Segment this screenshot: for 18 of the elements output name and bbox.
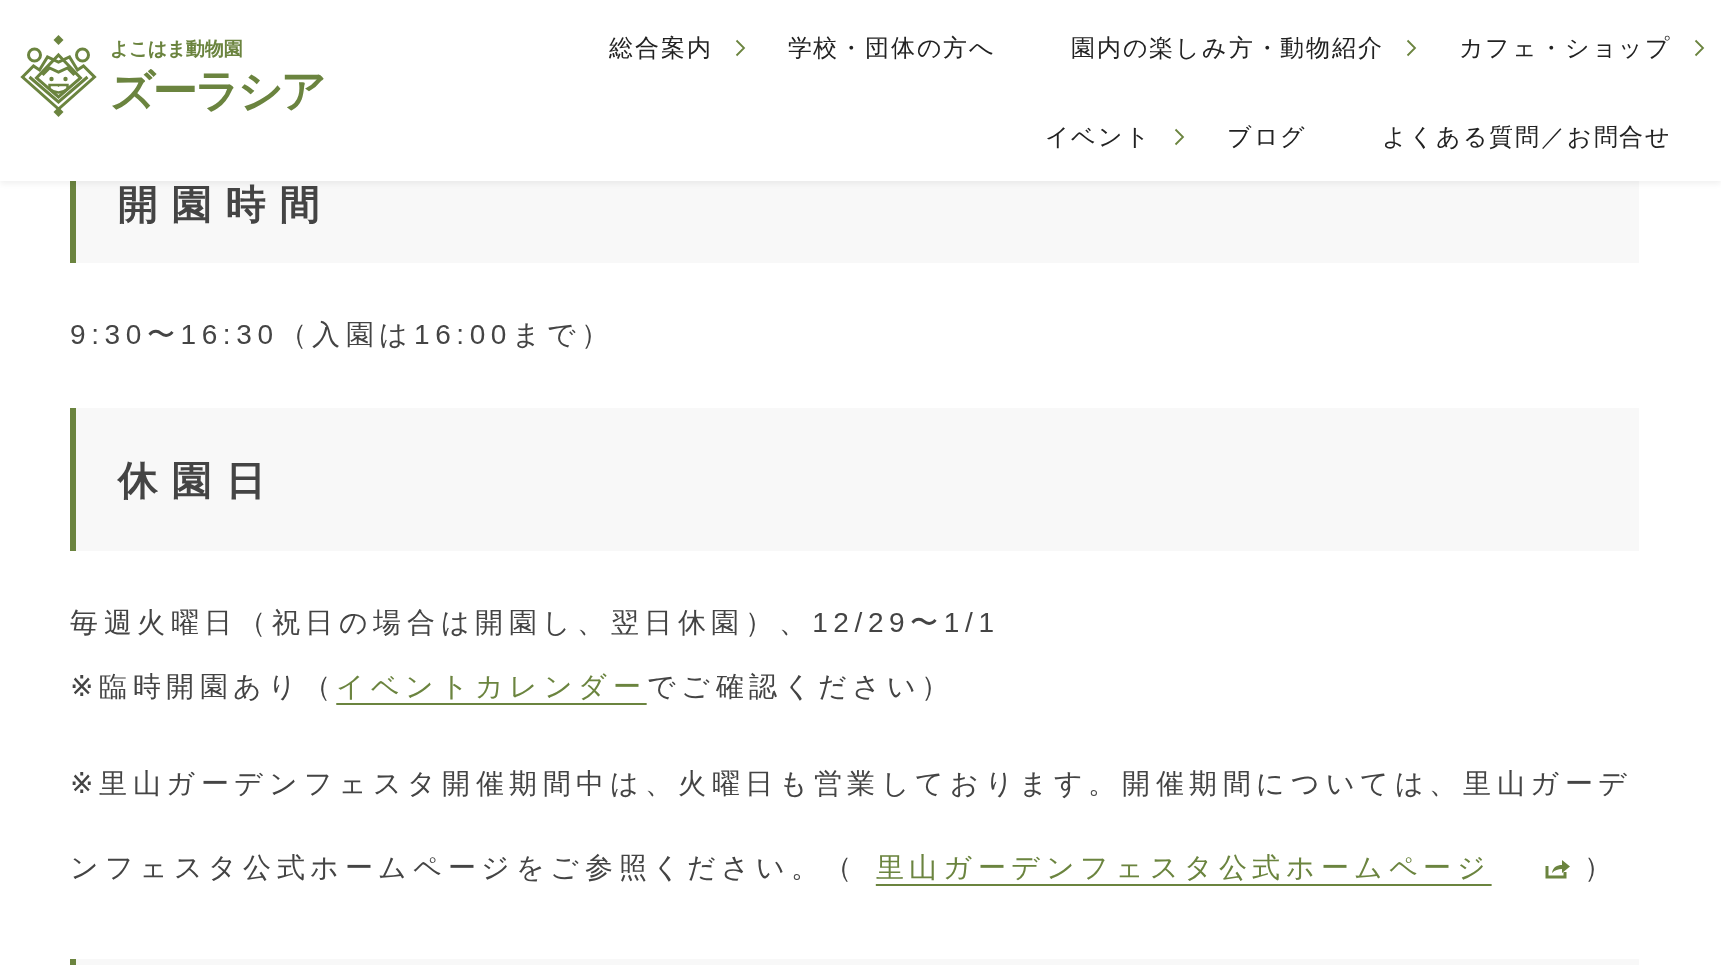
text-link[interactable]: 里山ガーデンフェスタ公式ホームページ [875,852,1492,883]
logo-wordmark: ズーラシア [110,66,324,116]
nav-link[interactable]: 総合案内 [609,26,748,70]
logo-subtitle: よこはま動物園 [110,38,244,60]
body-text: ※里山ガーデンフェスタ開催期間中は、火曜日も営業しております。開催期間については、里山ガーデンフェスタ公式ホームページをご参照ください。（ 里山ガーデンフェスタ公式ホームページ ） [70,767,1635,885]
body-text: 毎週火曜日（祝日の場合は開園し、翌日休園）、12/29〜1/1 [70,606,1001,640]
text-link[interactable]: イベントカレンダー [336,671,647,702]
section-title: 開園時間 [118,182,334,225]
nav-link[interactable]: 園内の楽しみ方・動物紹介 [1071,26,1419,70]
body-text: 9:30〜16:30（入園は16:00まで） [70,318,616,352]
nav-link[interactable]: 学校・団体の方へ [787,26,996,70]
body-text: ※臨時開園あり（イベントカレンダー でご確認ください） [70,670,957,704]
nav-link[interactable]: カフェ・ショップ [1458,26,1707,70]
nav-link[interactable]: イベント [1044,115,1187,159]
lion-logo-icon [20,35,97,117]
nav-link[interactable]: ブログ [1226,115,1308,159]
nav-link[interactable]: よくある質問／お問合せ [1382,115,1672,159]
section-title: 休園日 [118,458,280,501]
